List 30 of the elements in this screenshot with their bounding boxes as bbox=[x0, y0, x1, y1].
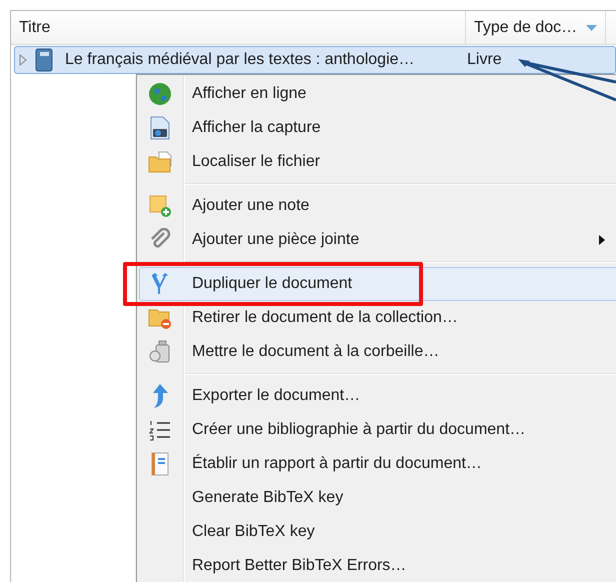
menu-item[interactable]: Generate BibTeX key bbox=[139, 481, 616, 515]
menu-item[interactable]: Localiser le fichier bbox=[139, 145, 616, 179]
globe-icon bbox=[148, 82, 172, 106]
menu-item[interactable]: Retirer le document de la collection… bbox=[139, 301, 616, 335]
report-icon bbox=[150, 452, 170, 476]
note-add-icon bbox=[148, 194, 172, 218]
trash-icon bbox=[148, 340, 172, 364]
cell-type: Livre bbox=[467, 50, 502, 70]
column-header[interactable]: Type de doc… bbox=[466, 11, 606, 44]
photo-document-icon bbox=[149, 116, 171, 140]
sort-arrow-icon bbox=[586, 24, 597, 30]
column-header[interactable]: Titre bbox=[11, 11, 466, 44]
expand-arrow-icon[interactable] bbox=[19, 54, 27, 66]
menu-item[interactable]: Afficher la capture bbox=[139, 111, 616, 145]
menu-item[interactable]: Ajouter une pièce jointe bbox=[139, 223, 616, 257]
menu-item[interactable]: Créer une bibliographie à partir du document… bbox=[139, 413, 616, 447]
cell-title: Le français médiéval par les textes : anthologie… bbox=[65, 50, 416, 70]
folder-icon bbox=[148, 151, 172, 173]
book-icon bbox=[35, 48, 53, 72]
menu-item[interactable]: Clear BibTeX key bbox=[139, 515, 616, 549]
menu-item[interactable]: Exporter le document… bbox=[139, 379, 616, 413]
menu-item[interactable]: Ajouter une note bbox=[139, 189, 616, 223]
numbered-list-icon bbox=[149, 419, 171, 441]
curved-up-arrow-icon bbox=[150, 383, 170, 409]
menu-item[interactable]: Établir un rapport à partir du document… bbox=[139, 447, 616, 481]
menu-item[interactable]: Report Better BibTeX Errors… bbox=[139, 549, 616, 582]
menu-item[interactable]: Afficher en ligne bbox=[139, 77, 616, 111]
menu-item[interactable]: Dupliquer le document bbox=[139, 267, 616, 301]
table-row[interactable]: Le français médiéval par les textes : anthologie… Livre bbox=[14, 46, 616, 74]
menu-item[interactable]: Mettre le document à la corbeille… bbox=[139, 335, 616, 369]
